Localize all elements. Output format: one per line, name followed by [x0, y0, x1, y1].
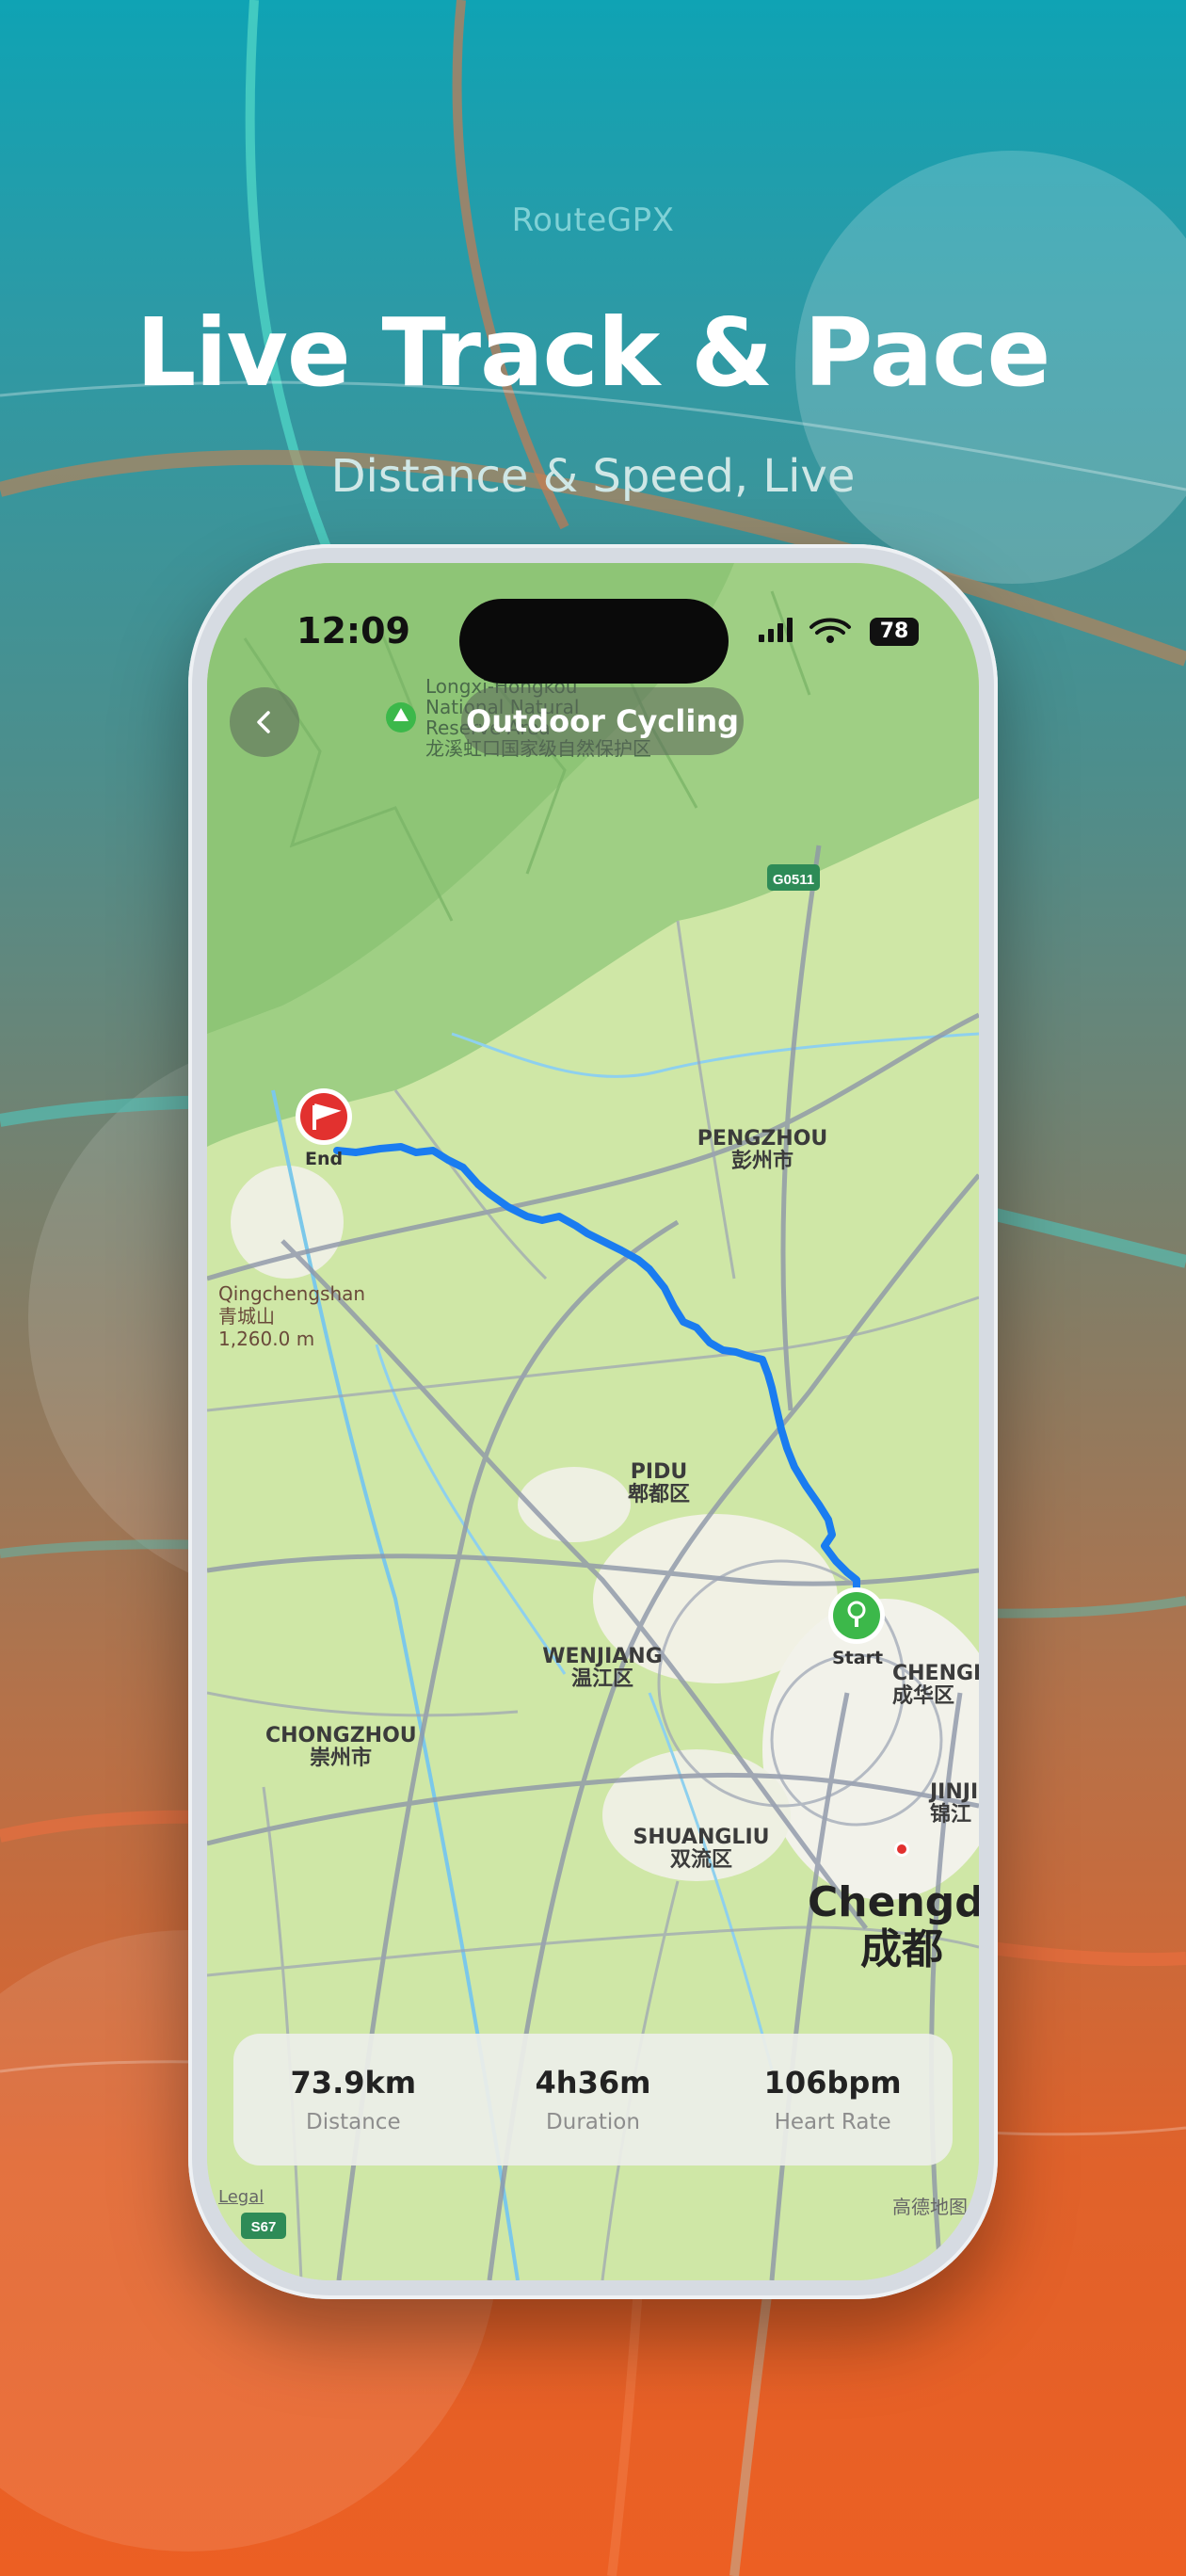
- stat-distance: 73.9km Distance: [249, 2065, 457, 2134]
- dynamic-island: [459, 599, 729, 684]
- stat-duration: 4h36m Duration: [489, 2065, 697, 2134]
- map-label-pengzhou: PENGZHOU 彭州市: [697, 1127, 828, 1173]
- map-label-qingchengshan: Qingchengshan 青城山 1,260.0 m: [218, 1282, 366, 1350]
- brand-name: RouteGPX: [511, 201, 675, 239]
- back-button[interactable]: [230, 687, 299, 757]
- highway-shield-g0511: G0511: [773, 872, 814, 888]
- battery-indicator: 78: [870, 618, 919, 646]
- map-label-chengdu: Chengdu 成都: [808, 1878, 979, 1973]
- activity-title: Outdoor Cycling: [461, 687, 744, 755]
- headline: Live Track & Pace: [136, 298, 1051, 408]
- status-icons: 78: [759, 614, 919, 652]
- map-attribution: 高德地图: [892, 2196, 968, 2218]
- map-label-chenghua: CHENGH 成华区: [892, 1662, 979, 1708]
- map-label-wenjiang: WENJIANG 温江区: [542, 1645, 663, 1691]
- map-label-pidu: PIDU 郫都区: [627, 1460, 690, 1506]
- chevron-left-icon: [257, 711, 270, 733]
- phone-screen: G0511 S67 Longxi-Hongkou National Natura…: [207, 563, 979, 2280]
- map-label-shuangliu: SHUANGLIU 双流区: [633, 1826, 770, 1872]
- map-view[interactable]: G0511 S67: [207, 563, 979, 2280]
- map-label-chongzhou: CHONGZHOU 崇州市: [265, 1724, 417, 1770]
- status-time: 12:09: [296, 610, 410, 652]
- start-marker-label: Start: [832, 1648, 884, 1668]
- stat-value: 4h36m: [535, 2065, 651, 2101]
- phone-frame: G0511 S67 Longxi-Hongkou National Natura…: [188, 544, 998, 2299]
- cellular-wifi-icons: [759, 618, 851, 643]
- subheadline: Distance & Speed, Live: [330, 450, 856, 503]
- map-legal-link[interactable]: Legal: [218, 2186, 264, 2209]
- stats-card: 73.9km Distance 4h36m Duration 106bpm He…: [233, 2034, 953, 2165]
- stat-label: Distance: [306, 2110, 401, 2134]
- stat-value: 73.9km: [290, 2065, 417, 2101]
- map-label-jinjiang: JINJI 锦江: [930, 1780, 979, 1827]
- end-marker-label: End: [305, 1149, 344, 1169]
- stat-heart-rate: 106bpm Heart Rate: [729, 2065, 937, 2134]
- stat-label: Heart Rate: [774, 2110, 891, 2134]
- stat-value: 106bpm: [763, 2065, 902, 2101]
- stat-label: Duration: [546, 2110, 640, 2134]
- highway-shield-s67: S67: [251, 2219, 277, 2235]
